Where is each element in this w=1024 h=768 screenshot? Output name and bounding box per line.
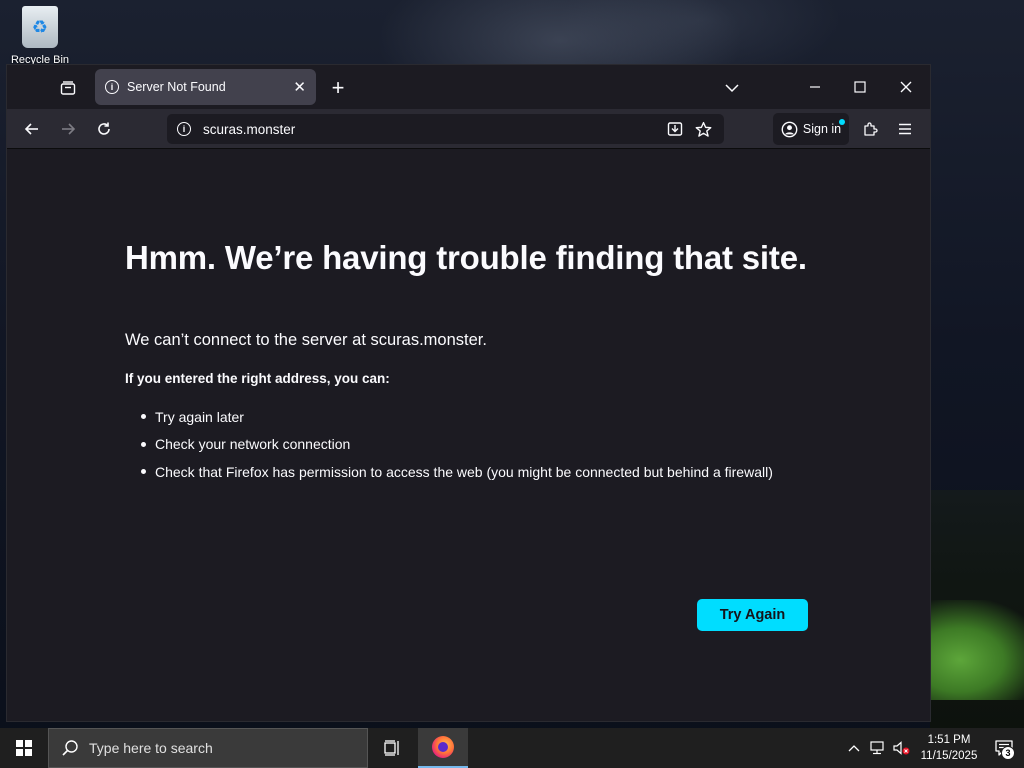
bullet-icon (141, 469, 146, 475)
navigation-toolbar: i scuras.monster Sign in (7, 109, 930, 149)
close-window-button[interactable] (891, 73, 921, 101)
app-menu-button[interactable] (891, 115, 919, 143)
close-icon (900, 81, 912, 93)
save-to-pocket-button[interactable] (664, 118, 686, 140)
star-icon (695, 121, 711, 137)
tab-strip: i Server Not Found ✕ + (7, 65, 930, 109)
list-item: Check your network connection (141, 431, 773, 459)
extensions-button[interactable] (856, 115, 884, 143)
back-button[interactable] (18, 115, 46, 143)
system-tray: 1:51 PM 11/15/2025 3 (842, 728, 1024, 768)
puzzle-icon (864, 122, 878, 136)
browser-window: i Server Not Found ✕ + i scuras.monster … (7, 65, 930, 721)
tab-close-icon[interactable]: ✕ (293, 78, 306, 96)
try-again-button[interactable]: Try Again (697, 599, 808, 631)
list-all-tabs-button[interactable] (719, 75, 745, 101)
address-bar[interactable]: i scuras.monster (167, 114, 724, 144)
suggestions-list: Try again later Check your network conne… (141, 403, 773, 486)
info-icon: i (105, 80, 119, 94)
new-tab-button[interactable]: + (325, 75, 351, 101)
error-page: Hmm. We’re having trouble finding that s… (7, 149, 930, 721)
forward-button[interactable] (54, 115, 82, 143)
bullet-icon (141, 414, 146, 420)
site-info-icon[interactable]: i (177, 122, 191, 136)
volume-button[interactable] (890, 728, 914, 768)
start-button[interactable] (0, 728, 48, 768)
network-icon (870, 741, 884, 755)
volume-muted-icon (893, 741, 910, 755)
firefox-icon (432, 736, 454, 758)
hamburger-menu-icon (899, 123, 911, 135)
maximize-button[interactable] (845, 73, 875, 101)
recycle-bin-icon: ♻ (22, 6, 58, 48)
arrow-left-icon (24, 123, 38, 135)
bookmark-button[interactable] (692, 118, 714, 140)
taskbar-search-box[interactable]: Type here to search (48, 728, 368, 768)
url-text[interactable]: scuras.monster (203, 122, 658, 137)
sign-in-button[interactable]: Sign in (773, 113, 849, 145)
search-placeholder: Type here to search (89, 740, 213, 756)
task-view-button[interactable] (372, 728, 412, 768)
notification-center-button[interactable]: 3 (984, 728, 1024, 768)
clock-date: 11/15/2025 (920, 750, 978, 762)
maximize-icon (854, 81, 866, 93)
windows-logo-icon (16, 740, 32, 756)
chevron-down-icon (725, 84, 739, 93)
arrow-right-icon (62, 123, 76, 135)
tab-title: Server Not Found (127, 80, 226, 94)
reload-icon (98, 122, 110, 135)
minimize-button[interactable] (800, 73, 830, 101)
suggestions-heading: If you entered the right address, you ca… (125, 371, 390, 386)
wallpaper-green-glow (930, 600, 1024, 700)
task-view-icon (384, 740, 399, 756)
reload-button[interactable] (90, 115, 118, 143)
notification-dot (839, 119, 845, 125)
bullet-icon (141, 441, 146, 447)
list-item: Try again later (141, 403, 773, 431)
search-icon (62, 740, 78, 756)
network-button[interactable] (866, 728, 890, 768)
tab-server-not-found[interactable]: i Server Not Found ✕ (95, 69, 316, 105)
taskbar: Type here to search 1:51 PM 11/15/2025 3 (0, 728, 1024, 768)
clock[interactable]: 1:51 PM 11/15/2025 (914, 732, 984, 764)
clock-time: 1:51 PM (927, 734, 971, 746)
plus-icon: + (331, 75, 345, 100)
firefox-view-icon (60, 81, 76, 95)
download-tray-icon (667, 122, 683, 136)
error-description: We can’t connect to the server at scuras… (125, 331, 487, 349)
show-hidden-icons-button[interactable] (842, 728, 866, 768)
account-icon (781, 121, 798, 137)
page-title: Hmm. We’re having trouble finding that s… (125, 239, 807, 276)
firefox-view-button[interactable] (55, 75, 81, 101)
taskbar-firefox-button[interactable] (418, 728, 468, 768)
chevron-up-icon (848, 745, 860, 752)
recycle-bin-shortcut[interactable]: ♻ Recycle Bin (10, 6, 70, 66)
list-item: Check that Firefox has permission to acc… (141, 458, 773, 486)
notification-count-badge: 3 (1001, 746, 1015, 760)
minimize-icon (810, 86, 820, 88)
sign-in-label: Sign in (802, 122, 842, 136)
